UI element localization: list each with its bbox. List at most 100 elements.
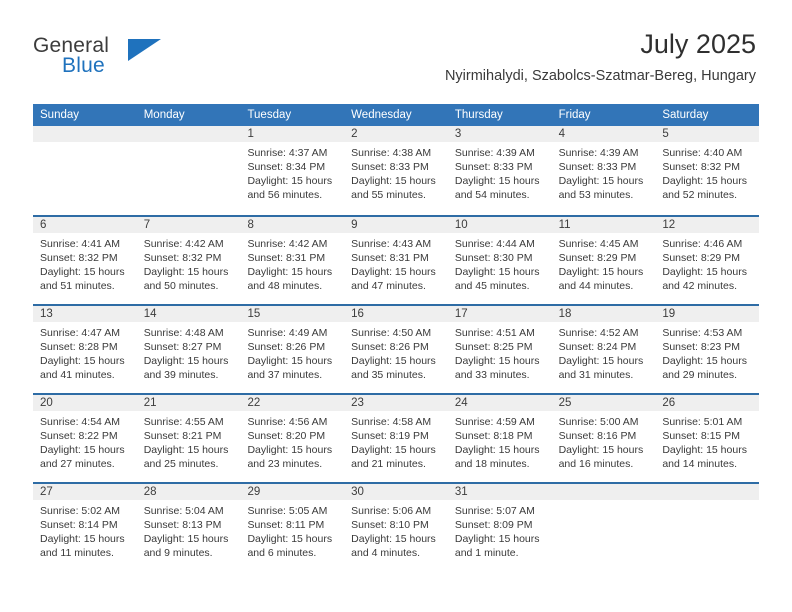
day-number: 26 <box>655 395 760 411</box>
calendar-day-cell[interactable]: 21 Sunrise: 4:55 AM Sunset: 8:21 PM Dayligh… <box>136 395 241 482</box>
daylight-text: Daylight: 15 hours and 23 minutes. <box>247 444 333 470</box>
calendar-day-cell[interactable]: 30 Sunrise: 5:06 AM Sunset: 8:10 PM Dayligh… <box>344 484 448 571</box>
calendar-grid: Sunday Monday Tuesday Wednesday Thursday… <box>33 104 760 571</box>
sunrise-text: Sunrise: 5:00 AM <box>558 416 639 428</box>
sunrise-text: Sunrise: 4:46 AM <box>662 238 743 250</box>
sunset-text: Sunset: 8:16 PM <box>558 430 637 442</box>
sunset-text: Sunset: 8:30 PM <box>454 252 533 264</box>
day-number: 4 <box>551 126 656 142</box>
daylight-text: Daylight: 15 hours and 33 minutes. <box>454 355 540 381</box>
calendar-day-cell[interactable]: 12 Sunrise: 4:46 AM Sunset: 8:29 PM Dayligh… <box>655 217 760 304</box>
calendar-day-cell[interactable]: 29 Sunrise: 5:05 AM Sunset: 8:11 PM Dayligh… <box>240 484 345 571</box>
calendar-day-cell[interactable]: 11 Sunrise: 4:45 AM Sunset: 8:29 PM Dayligh… <box>551 217 656 304</box>
calendar-day-cell[interactable]: 9 Sunrise: 4:43 AM Sunset: 8:31 PM Daylight… <box>344 217 448 304</box>
day-number: 16 <box>344 306 448 322</box>
calendar-day-cell[interactable]: 23 Sunrise: 4:58 AM Sunset: 8:19 PM Dayligh… <box>344 395 448 482</box>
calendar-day-cell[interactable]: 28 Sunrise: 5:04 AM Sunset: 8:13 PM Dayligh… <box>136 484 241 571</box>
sunset-text: Sunset: 8:34 PM <box>247 161 326 173</box>
day-details: Sunrise: 4:51 AM Sunset: 8:25 PM Daylight:… <box>448 322 552 382</box>
page-title: July 2025 <box>640 29 756 59</box>
daylight-text: Daylight: 15 hours and 53 minutes. <box>558 175 644 201</box>
day-number: 30 <box>344 484 448 500</box>
day-details: Sunrise: 4:42 AM Sunset: 8:31 PM Daylight:… <box>240 233 344 293</box>
day-number: 14 <box>136 306 241 322</box>
sunset-text: Sunset: 8:27 PM <box>143 341 222 353</box>
sunrise-text: Sunrise: 4:44 AM <box>454 238 535 250</box>
daylight-text: Daylight: 15 hours and 11 minutes. <box>40 533 125 559</box>
calendar-day-cell[interactable]: 5 Sunrise: 4:40 AM Sunset: 8:32 PM Daylight… <box>655 126 760 215</box>
daylight-text: Daylight: 15 hours and 18 minutes. <box>454 444 540 470</box>
day-details: Sunrise: 4:48 AM Sunset: 8:27 PM Daylight:… <box>137 322 241 382</box>
day-details: Sunrise: 4:53 AM Sunset: 8:23 PM Daylight:… <box>655 322 759 382</box>
daylight-text: Daylight: 15 hours and 45 minutes. <box>454 266 540 292</box>
title-block: July 2025 Nyirmihalydi, Szabolcs-Szatmar… <box>445 28 756 85</box>
sunset-text: Sunset: 8:33 PM <box>454 161 533 173</box>
sunset-text: Sunset: 8:15 PM <box>662 430 740 442</box>
day-number: 10 <box>447 217 552 233</box>
weeks-container: 1 Sunrise: 4:37 AM Sunset: 8:34 PM Daylight… <box>33 126 760 571</box>
day-details: Sunrise: 5:05 AM Sunset: 8:11 PM Daylight:… <box>240 500 344 560</box>
calendar-day-cell[interactable]: 19 Sunrise: 4:53 AM Sunset: 8:23 PM Dayligh… <box>655 306 760 393</box>
calendar-day-cell[interactable]: 7 Sunrise: 4:42 AM Sunset: 8:32 PM Daylight… <box>136 217 241 304</box>
calendar-day-cell[interactable]: 16 Sunrise: 4:50 AM Sunset: 8:26 PM Dayligh… <box>344 306 448 393</box>
weekday-header-friday: Friday <box>558 109 591 121</box>
calendar-day-cell[interactable]: 13 Sunrise: 4:47 AM Sunset: 8:28 PM Dayligh… <box>33 306 137 393</box>
sunset-text: Sunset: 8:22 PM <box>40 430 118 442</box>
sunrise-text: Sunrise: 4:54 AM <box>40 416 120 428</box>
daylight-text: Daylight: 15 hours and 16 minutes. <box>558 444 644 470</box>
calendar-day-cell-empty <box>136 126 241 215</box>
calendar-day-cell[interactable]: 18 Sunrise: 4:52 AM Sunset: 8:24 PM Dayligh… <box>551 306 656 393</box>
day-number: 29 <box>240 484 345 500</box>
calendar-day-cell[interactable]: 31 Sunrise: 5:07 AM Sunset: 8:09 PM Dayligh… <box>447 484 552 571</box>
daylight-text: Daylight: 15 hours and 6 minutes. <box>247 533 333 559</box>
calendar-day-cell[interactable]: 27 Sunrise: 5:02 AM Sunset: 8:14 PM Dayligh… <box>33 484 137 571</box>
day-details: Sunrise: 4:39 AM Sunset: 8:33 PM Daylight:… <box>552 142 656 202</box>
sunrise-text: Sunrise: 4:50 AM <box>351 327 432 339</box>
calendar-day-cell[interactable]: 2 Sunrise: 4:38 AM Sunset: 8:33 PM Daylight… <box>344 126 448 215</box>
day-details: Sunrise: 5:02 AM Sunset: 8:14 PM Daylight:… <box>33 500 137 560</box>
weekday-header-monday: Monday <box>143 109 185 121</box>
calendar-day-cell[interactable]: 6 Sunrise: 4:41 AM Sunset: 8:32 PM Daylight… <box>33 217 137 304</box>
sunrise-text: Sunrise: 5:07 AM <box>454 505 535 517</box>
calendar-day-cell[interactable]: 1 Sunrise: 4:37 AM Sunset: 8:34 PM Daylight… <box>240 126 345 215</box>
sunrise-text: Sunrise: 4:43 AM <box>351 238 432 250</box>
calendar-day-cell[interactable]: 3 Sunrise: 4:39 AM Sunset: 8:33 PM Daylight… <box>447 126 552 215</box>
day-number: 20 <box>33 395 137 411</box>
sunrise-text: Sunrise: 4:39 AM <box>454 147 535 159</box>
brand-logo[interactable]: General Blue <box>33 34 213 80</box>
calendar-day-cell[interactable]: 22 Sunrise: 4:56 AM Sunset: 8:20 PM Dayligh… <box>240 395 345 482</box>
sunrise-text: Sunrise: 4:39 AM <box>558 147 639 159</box>
sunrise-text: Sunrise: 5:04 AM <box>143 505 224 517</box>
day-details: Sunrise: 4:44 AM Sunset: 8:30 PM Daylight:… <box>448 233 552 293</box>
calendar-day-cell[interactable]: 14 Sunrise: 4:48 AM Sunset: 8:27 PM Dayligh… <box>136 306 241 393</box>
day-details: Sunrise: 5:07 AM Sunset: 8:09 PM Daylight:… <box>448 500 552 560</box>
sunrise-text: Sunrise: 5:02 AM <box>40 505 120 517</box>
sunset-text: Sunset: 8:33 PM <box>558 161 637 173</box>
daylight-text: Daylight: 15 hours and 31 minutes. <box>558 355 644 381</box>
weekday-header-saturday: Saturday <box>662 109 709 121</box>
sunrise-text: Sunrise: 4:55 AM <box>143 416 224 428</box>
calendar-day-cell[interactable]: 20 Sunrise: 4:54 AM Sunset: 8:22 PM Dayligh… <box>33 395 137 482</box>
daylight-text: Daylight: 15 hours and 29 minutes. <box>662 355 747 381</box>
sunrise-text: Sunrise: 4:58 AM <box>351 416 432 428</box>
weekday-header-tuesday: Tuesday <box>247 109 292 121</box>
day-number: 7 <box>136 217 241 233</box>
day-number: 24 <box>447 395 552 411</box>
calendar-day-cell[interactable]: 24 Sunrise: 4:59 AM Sunset: 8:18 PM Dayligh… <box>447 395 552 482</box>
calendar-day-cell[interactable]: 26 Sunrise: 5:01 AM Sunset: 8:15 PM Dayligh… <box>655 395 760 482</box>
calendar-day-cell[interactable]: 10 Sunrise: 4:44 AM Sunset: 8:30 PM Dayligh… <box>447 217 552 304</box>
calendar-day-cell[interactable]: 25 Sunrise: 5:00 AM Sunset: 8:16 PM Dayligh… <box>551 395 656 482</box>
daylight-text: Daylight: 15 hours and 54 minutes. <box>454 175 540 201</box>
sunset-text: Sunset: 8:32 PM <box>662 161 740 173</box>
sunrise-text: Sunrise: 4:45 AM <box>558 238 639 250</box>
sunrise-text: Sunrise: 4:38 AM <box>351 147 432 159</box>
day-details: Sunrise: 4:49 AM Sunset: 8:26 PM Daylight:… <box>240 322 344 382</box>
day-number: 9 <box>344 217 448 233</box>
day-details: Sunrise: 5:06 AM Sunset: 8:10 PM Daylight:… <box>344 500 448 560</box>
calendar-day-cell[interactable]: 15 Sunrise: 4:49 AM Sunset: 8:26 PM Dayligh… <box>240 306 345 393</box>
day-details: Sunrise: 4:41 AM Sunset: 8:32 PM Daylight:… <box>33 233 137 293</box>
calendar-day-cell[interactable]: 4 Sunrise: 4:39 AM Sunset: 8:33 PM Daylight… <box>551 126 656 215</box>
calendar-day-cell[interactable]: 8 Sunrise: 4:42 AM Sunset: 8:31 PM Daylight… <box>240 217 345 304</box>
calendar-day-cell[interactable]: 17 Sunrise: 4:51 AM Sunset: 8:25 PM Dayligh… <box>447 306 552 393</box>
calendar-day-cell-empty <box>33 126 137 215</box>
